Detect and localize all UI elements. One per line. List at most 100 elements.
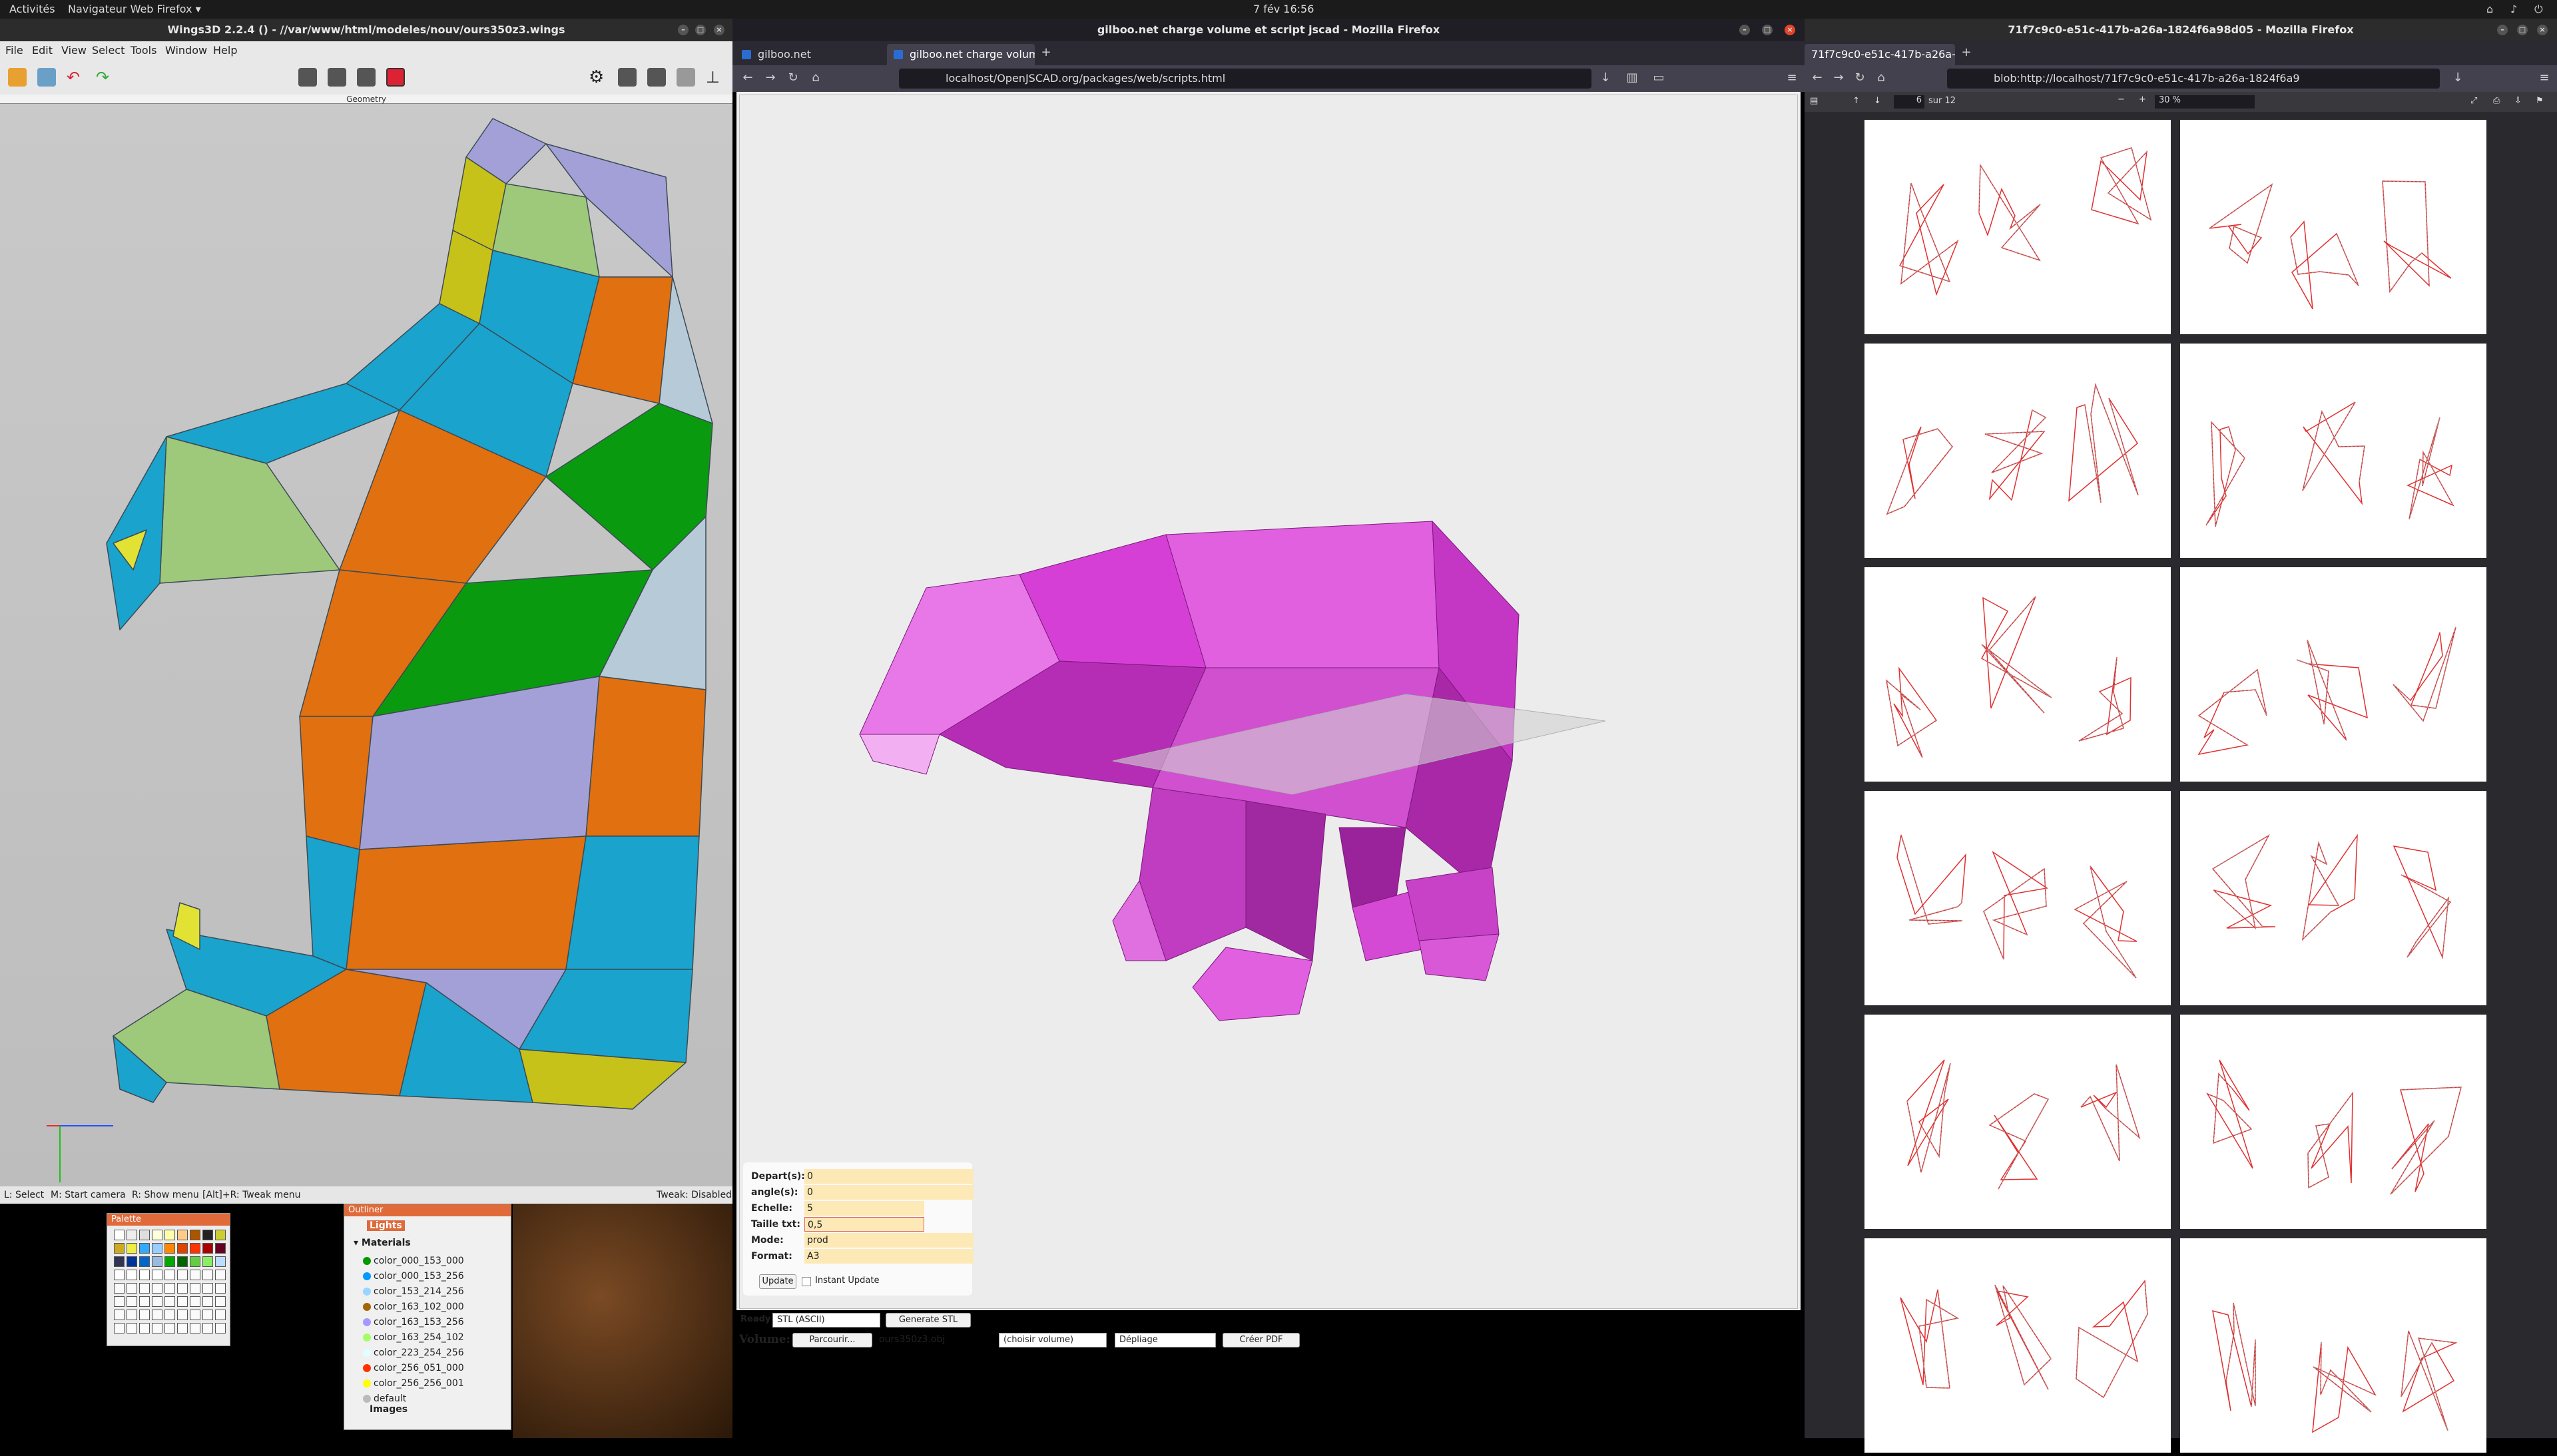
right-url-bar[interactable]: blob:http://localhost/71f7c9c0-e51c-417b… — [1947, 69, 2440, 89]
outliner-materials[interactable]: ▾ Materials — [354, 1238, 411, 1248]
library-icon[interactable]: ▥ — [1625, 71, 1639, 85]
menu-file[interactable]: File — [5, 44, 23, 57]
palette-swatch[interactable] — [152, 1243, 162, 1254]
new-tab-icon[interactable]: + — [1959, 45, 1974, 60]
back-icon[interactable]: ← — [1810, 71, 1825, 85]
palette-swatch[interactable] — [202, 1323, 213, 1334]
volume-icon[interactable]: ♪ — [2510, 3, 2517, 15]
depart-input[interactable]: 0 — [804, 1169, 974, 1184]
edge-select-icon[interactable] — [328, 68, 346, 87]
browse-button[interactable]: Parcourir... — [792, 1333, 872, 1347]
tab-gilboo[interactable]: gilboo.net — [735, 44, 886, 65]
back-icon[interactable]: ← — [740, 71, 755, 85]
palette-swatch[interactable] — [139, 1296, 150, 1307]
close-icon[interactable]: × — [1785, 25, 1795, 35]
close-icon[interactable]: × — [714, 25, 724, 35]
smooth-preview-icon[interactable] — [618, 68, 637, 87]
axes-icon[interactable]: ⊥ — [706, 68, 724, 87]
palette-swatch[interactable] — [190, 1310, 200, 1320]
unfold-select[interactable]: Dépliage — [1115, 1333, 1216, 1347]
palette-swatch[interactable] — [114, 1283, 125, 1294]
palette-swatch[interactable] — [127, 1323, 137, 1334]
outliner-material-item[interactable]: color_163_254_102 — [363, 1330, 464, 1345]
menu-view[interactable]: View — [61, 44, 87, 57]
palette-swatch[interactable] — [202, 1230, 213, 1240]
palette-swatch[interactable] — [127, 1256, 137, 1267]
palette-swatch[interactable] — [215, 1296, 226, 1307]
palette-swatch[interactable] — [152, 1230, 162, 1240]
palette-swatch[interactable] — [127, 1310, 137, 1320]
echelle-input[interactable]: 5 — [804, 1201, 924, 1216]
outliner-material-item[interactable]: color_256_256_001 — [363, 1376, 464, 1391]
palette-swatch[interactable] — [114, 1243, 125, 1254]
body-select-icon[interactable] — [386, 68, 405, 87]
tab-pdf[interactable]: 71f7c9c0-e51c-417b-a26a-1824f6a — [1805, 44, 1955, 65]
palette-swatch[interactable] — [202, 1256, 213, 1267]
center-url-bar[interactable]: localhost/OpenJSCAD.org/packages/web/scr… — [899, 69, 1591, 89]
palette-swatch[interactable] — [190, 1243, 200, 1254]
palette-swatch[interactable] — [177, 1230, 188, 1240]
outliner-material-item[interactable]: color_000_153_000 — [363, 1254, 464, 1268]
palette-swatch[interactable] — [139, 1270, 150, 1280]
palette-swatch[interactable] — [177, 1256, 188, 1267]
palette-swatch[interactable] — [190, 1296, 200, 1307]
power-icon[interactable]: ⏻ — [2534, 3, 2543, 16]
undo-icon[interactable]: ↶ — [67, 68, 85, 87]
menu-edit[interactable]: Edit — [32, 44, 53, 57]
palette-window[interactable]: Palette — [107, 1213, 230, 1346]
palette-swatch[interactable] — [177, 1243, 188, 1254]
palette-swatch[interactable] — [127, 1230, 137, 1240]
palette-swatch[interactable] — [164, 1256, 175, 1267]
palette-swatch[interactable] — [215, 1310, 226, 1320]
palette-swatch[interactable] — [215, 1270, 226, 1280]
home-icon[interactable]: ⌂ — [1874, 71, 1888, 85]
jscad-viewer[interactable] — [739, 95, 1798, 1309]
palette-swatch[interactable] — [177, 1283, 188, 1294]
create-pdf-button[interactable]: Créer PDF — [1223, 1333, 1300, 1347]
palette-swatch[interactable] — [152, 1296, 162, 1307]
angle-input[interactable]: 0 — [804, 1185, 974, 1200]
palette-swatch[interactable] — [164, 1310, 175, 1320]
palette-swatch[interactable] — [139, 1256, 150, 1267]
instant-update-checkbox[interactable] — [802, 1277, 811, 1286]
maximize-icon[interactable]: □ — [1762, 25, 1773, 35]
palette-swatch[interactable] — [177, 1296, 188, 1307]
palette-swatch[interactable] — [190, 1283, 200, 1294]
palette-swatch[interactable] — [190, 1270, 200, 1280]
palette-swatch[interactable] — [127, 1283, 137, 1294]
forward-icon[interactable]: → — [763, 71, 778, 85]
outliner-material-item[interactable]: color_153_214_256 — [363, 1284, 464, 1299]
palette-swatch[interactable] — [190, 1323, 200, 1334]
print-icon[interactable]: ⎙ — [2493, 96, 2500, 106]
palette-swatch[interactable] — [215, 1256, 226, 1267]
palette-swatch[interactable] — [114, 1296, 125, 1307]
ground-plane-icon[interactable] — [677, 68, 695, 87]
palette-swatch[interactable] — [127, 1270, 137, 1280]
close-icon[interactable]: × — [2537, 25, 2548, 35]
outliner-material-item[interactable]: color_163_102_000 — [363, 1300, 464, 1314]
palette-swatch[interactable] — [215, 1230, 226, 1240]
network-icon[interactable]: ⌂ — [2486, 3, 2493, 15]
palette-swatch[interactable] — [164, 1270, 175, 1280]
palette-swatch[interactable] — [164, 1283, 175, 1294]
palette-swatch[interactable] — [215, 1283, 226, 1294]
palette-swatch[interactable] — [152, 1323, 162, 1334]
save-icon[interactable] — [37, 68, 56, 87]
next-page-icon[interactable]: ↓ — [1874, 96, 1881, 106]
choose-volume-select[interactable]: (choisir volume) — [999, 1333, 1107, 1347]
outliner-images[interactable]: Images — [370, 1404, 408, 1415]
palette-swatch[interactable] — [139, 1283, 150, 1294]
generate-stl-button[interactable]: Generate STL — [886, 1313, 971, 1328]
palette-swatch[interactable] — [202, 1243, 213, 1254]
palette-swatch[interactable] — [164, 1230, 175, 1240]
tab-gilboo-volume[interactable]: gilboo.net charge volume — [887, 44, 1035, 65]
format-input[interactable]: A3 — [804, 1249, 974, 1264]
palette-swatch[interactable] — [215, 1243, 226, 1254]
wings-geometry-viewport[interactable] — [0, 104, 732, 1186]
palette-swatch[interactable] — [114, 1270, 125, 1280]
page-number-input[interactable]: 6 — [1894, 95, 1924, 109]
zoom-in-icon[interactable]: + — [2139, 95, 2146, 105]
minimize-icon[interactable]: – — [678, 25, 689, 35]
menu-window[interactable]: Window — [165, 44, 207, 57]
bookmark-icon[interactable]: ⚑ — [2536, 96, 2544, 106]
